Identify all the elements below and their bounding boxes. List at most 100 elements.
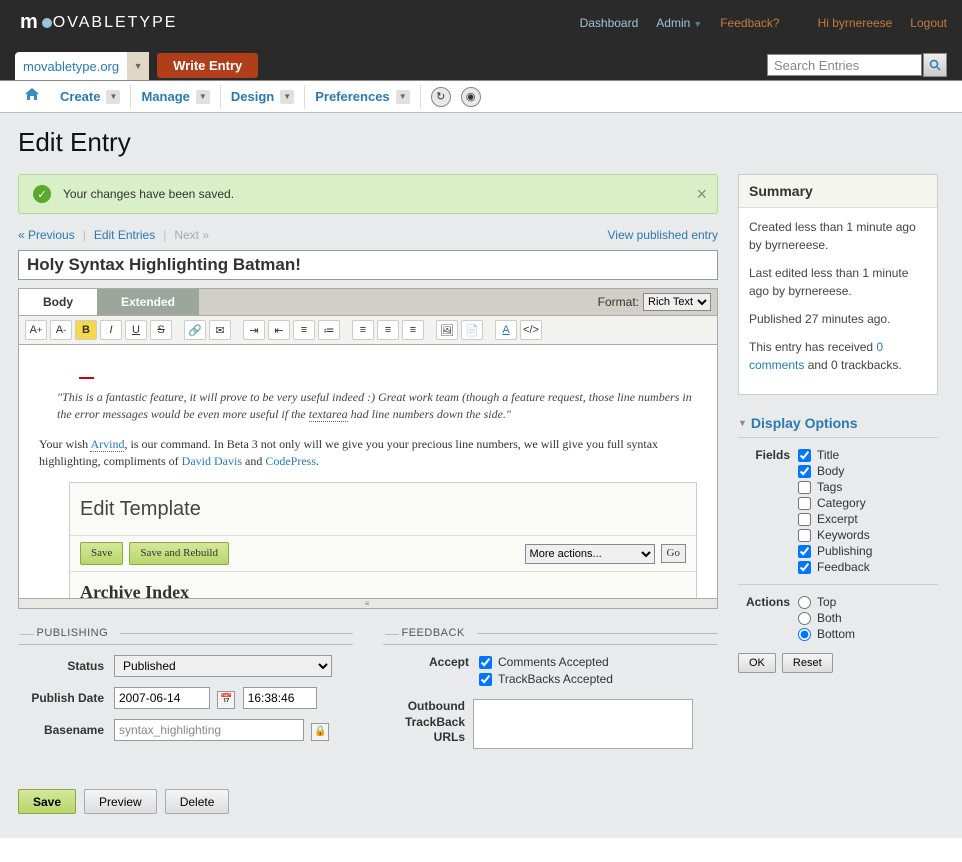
field-option-publishing[interactable]: Publishing xyxy=(798,544,872,558)
outdent-icon[interactable]: ⇤ xyxy=(268,320,290,340)
indent-icon[interactable]: ⇥ xyxy=(243,320,265,340)
format-select[interactable]: Rich Text xyxy=(643,293,711,311)
editor-body[interactable]: "This is a fantastic feature, it will pr… xyxy=(18,344,718,599)
editor-tabs: Body Extended Format: Rich Text xyxy=(18,288,718,315)
trackbacks-checkbox[interactable] xyxy=(479,673,492,686)
field-checkbox[interactable] xyxy=(798,497,811,510)
file-icon[interactable]: 📄 xyxy=(461,320,483,340)
tab-body[interactable]: Body xyxy=(19,289,97,315)
field-checkbox[interactable] xyxy=(798,545,811,558)
menu-preferences[interactable]: Preferences▼ xyxy=(305,85,420,109)
codepress-link[interactable]: CodePress xyxy=(265,454,316,468)
field-checkbox[interactable] xyxy=(798,513,811,526)
menu-create[interactable]: Create▼ xyxy=(50,85,131,109)
blog-selector[interactable]: movabletype.org xyxy=(15,52,127,80)
view-published-link[interactable]: View published entry xyxy=(607,228,718,242)
action-option-bottom[interactable]: Bottom xyxy=(798,627,855,641)
field-option-body[interactable]: Body xyxy=(798,464,872,478)
preview-button[interactable]: Preview xyxy=(84,789,157,814)
field-checkbox[interactable] xyxy=(798,529,811,542)
email-icon[interactable]: ✉ xyxy=(209,320,231,340)
field-option-category[interactable]: Category xyxy=(798,496,872,510)
feedback-legend: —FEEDBACK xyxy=(383,625,718,645)
edit-entries-link[interactable]: Edit Entries xyxy=(94,228,155,242)
field-checkbox[interactable] xyxy=(798,449,811,462)
entry-title-input[interactable] xyxy=(18,250,718,280)
greeting-link[interactable]: Hi byrnereese xyxy=(818,16,893,30)
summary-edited: Last edited less than 1 minute ago by by… xyxy=(749,264,927,300)
menu-manage[interactable]: Manage▼ xyxy=(131,85,220,109)
html-icon[interactable]: </> xyxy=(520,320,542,340)
accept-label: Accept xyxy=(383,655,479,669)
ok-button[interactable]: OK xyxy=(738,653,776,673)
align-right-icon[interactable]: ≡ xyxy=(402,320,424,340)
action-radio[interactable] xyxy=(798,628,811,641)
time-input[interactable] xyxy=(243,687,317,709)
tab-extended[interactable]: Extended xyxy=(97,289,199,315)
feedback-link[interactable]: Feedback? xyxy=(720,16,779,30)
font-increase-icon[interactable]: A+ xyxy=(25,320,47,340)
lock-icon[interactable]: 🔒 xyxy=(311,723,329,741)
search-input[interactable] xyxy=(767,54,922,76)
field-checkbox[interactable] xyxy=(798,481,811,494)
align-left-icon[interactable]: ≡ xyxy=(352,320,374,340)
close-icon[interactable]: × xyxy=(696,184,707,205)
logout-link[interactable]: Logout xyxy=(910,16,947,30)
save-button[interactable]: Save xyxy=(18,789,76,814)
italic-icon[interactable]: I xyxy=(100,320,122,340)
action-option-both[interactable]: Both xyxy=(798,611,855,625)
dashboard-link[interactable]: Dashboard xyxy=(580,16,639,30)
blog-selector-arrow[interactable]: ▼ xyxy=(127,52,149,80)
arvind-link[interactable]: Arvind xyxy=(90,437,124,452)
field-option-title[interactable]: Title xyxy=(798,448,872,462)
refresh-icon[interactable]: ↻ xyxy=(431,87,451,107)
bullet-list-icon[interactable]: ≡ xyxy=(293,320,315,340)
bold-icon[interactable]: B xyxy=(75,320,97,340)
reset-button[interactable]: Reset xyxy=(782,653,833,673)
next-link: Next » xyxy=(174,228,209,242)
number-list-icon[interactable]: ≔ xyxy=(318,320,340,340)
write-entry-button[interactable]: Write Entry xyxy=(157,53,258,78)
resize-handle[interactable]: ≡ xyxy=(18,599,718,609)
field-checkbox[interactable] xyxy=(798,465,811,478)
image-icon[interactable]: 🖼 xyxy=(436,320,458,340)
home-icon[interactable] xyxy=(14,87,50,106)
text-color-icon[interactable]: A xyxy=(495,320,517,340)
view-icon[interactable]: ◉ xyxy=(461,87,481,107)
outbound-urls-textarea[interactable] xyxy=(473,699,693,749)
field-option-feedback[interactable]: Feedback xyxy=(798,560,872,574)
menu-design[interactable]: Design▼ xyxy=(221,85,305,109)
page-body: Edit Entry ✓ Your changes have been save… xyxy=(0,113,962,838)
field-option-keywords[interactable]: Keywords xyxy=(798,528,872,542)
summary-feedback: This entry has received 0 comments and 0… xyxy=(749,338,927,374)
david-davis-link[interactable]: David Davis xyxy=(182,454,242,468)
field-checkbox[interactable] xyxy=(798,561,811,574)
delete-button[interactable]: Delete xyxy=(165,789,230,814)
comments-checkbox[interactable] xyxy=(479,656,492,669)
calendar-icon[interactable]: 📅 xyxy=(217,691,235,709)
font-decrease-icon[interactable]: A- xyxy=(50,320,72,340)
date-input[interactable] xyxy=(114,687,210,709)
basename-input[interactable] xyxy=(114,719,304,741)
screenshot-actions-select: More actions... xyxy=(525,544,655,564)
prev-link[interactable]: « Previous xyxy=(18,228,75,242)
menu-bar: Create▼ Manage▼ Design▼ Preferences▼ ↻ ◉ xyxy=(0,81,962,113)
align-center-icon[interactable]: ≡ xyxy=(377,320,399,340)
action-radio[interactable] xyxy=(798,596,811,609)
success-alert: ✓ Your changes have been saved. × xyxy=(18,174,718,214)
field-option-tags[interactable]: Tags xyxy=(798,480,872,494)
field-option-excerpt[interactable]: Excerpt xyxy=(798,512,872,526)
actions-label: Actions xyxy=(738,595,798,609)
link-icon[interactable]: 🔗 xyxy=(184,320,206,340)
status-select[interactable]: Published xyxy=(114,655,332,677)
display-options-heading[interactable]: ▼Display Options xyxy=(738,409,938,438)
strike-icon[interactable]: S xyxy=(150,320,172,340)
bottom-actions: Save Preview Delete xyxy=(18,789,718,814)
action-radio[interactable] xyxy=(798,612,811,625)
chevron-down-icon: ▼ xyxy=(106,90,120,104)
admin-menu[interactable]: Admin▼ xyxy=(656,16,702,30)
search-button[interactable] xyxy=(923,53,947,77)
comments-label: Comments Accepted xyxy=(498,655,609,669)
underline-icon[interactable]: U xyxy=(125,320,147,340)
action-option-top[interactable]: Top xyxy=(798,595,855,609)
